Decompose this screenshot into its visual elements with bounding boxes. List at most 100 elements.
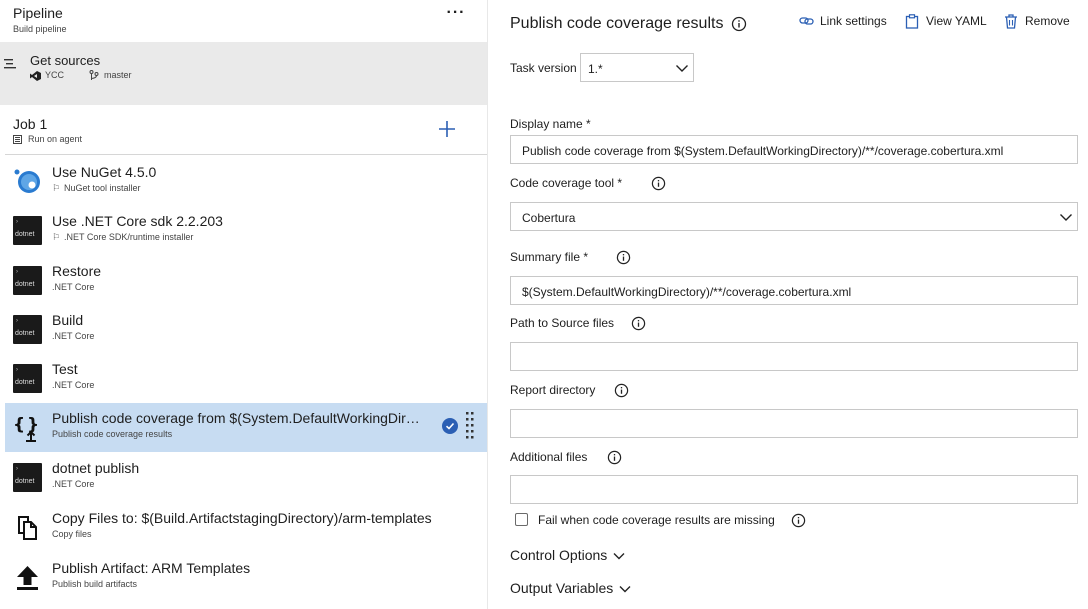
enabled-check-icon: [442, 418, 458, 434]
view-yaml-button[interactable]: View YAML: [905, 13, 993, 33]
link-icon: [799, 17, 814, 25]
copy-files-icon: [18, 516, 37, 540]
task-title: Publish Artifact: ARM Templates: [52, 560, 251, 576]
pipeline-subtitle: Build pipeline: [13, 24, 67, 34]
summary-file-input[interactable]: $(System.DefaultWorkingDirectory)/**/cov…: [510, 276, 1078, 305]
task-details-title: Publish code coverage results: [510, 15, 724, 32]
report-directory-label: Report directory: [510, 383, 596, 397]
link-settings-label: Link settings: [820, 14, 887, 28]
remove-label: Remove: [1025, 14, 1070, 28]
svg-text:{: {: [13, 415, 25, 435]
task-version-value: 1.*: [588, 62, 603, 76]
flag-icon: ⚐: [52, 183, 61, 193]
dotnet-icon: › dotnet: [13, 463, 42, 492]
chevron-down-icon: [619, 586, 631, 593]
info-icon[interactable]: [614, 383, 629, 398]
pipeline-panel: Pipeline Build pipeline ··· Get sources …: [0, 0, 488, 609]
task-title: Build: [52, 312, 84, 328]
task-title: Copy Files to: $(Build.ArtifactstagingDi…: [52, 510, 432, 526]
display-name-value: Publish code coverage from $(System.Defa…: [522, 144, 1004, 158]
visual-studio-icon: [30, 71, 41, 81]
clipboard-icon: [905, 14, 919, 29]
fail-missing-label: Fail when code coverage results are miss…: [538, 513, 775, 527]
info-icon[interactable]: [731, 16, 747, 32]
task-title: Test: [52, 361, 78, 377]
coverage-tool-label: Code coverage tool *: [510, 176, 623, 190]
remove-button[interactable]: Remove: [1004, 13, 1074, 33]
additional-files-input[interactable]: [510, 475, 1078, 504]
additional-files-label: Additional files: [510, 450, 588, 464]
control-options-label: Control Options: [510, 547, 608, 563]
task-subtitle-text: .NET Core SDK/runtime installer: [64, 232, 194, 242]
task-subtitle: ⚐ NuGet tool installer: [52, 183, 141, 194]
task-publish-artifact[interactable]: Publish Artifact: ARM Templates Publish …: [5, 553, 487, 602]
task-subtitle: Publish build artifacts: [52, 579, 138, 589]
summary-file-value: $(System.DefaultWorkingDirectory)/**/cov…: [522, 285, 852, 299]
coverage-tool-value: Cobertura: [522, 211, 576, 225]
task-dotnet-publish[interactable]: › dotnet dotnet publish .NET Core: [5, 453, 487, 502]
output-variables-label: Output Variables: [510, 580, 614, 596]
job-subtitle: Run on agent: [28, 134, 83, 144]
report-directory-input[interactable]: [510, 409, 1078, 438]
drag-handle-icon[interactable]: [465, 411, 475, 443]
task-subtitle: .NET Core: [52, 331, 95, 341]
agent-icon: [13, 135, 22, 144]
task-restore[interactable]: › dotnet Restore .NET Core: [5, 256, 487, 305]
dotnet-icon: › dotnet: [13, 266, 42, 295]
task-title: dotnet publish: [52, 460, 140, 476]
info-icon[interactable]: [631, 316, 646, 331]
display-name-input[interactable]: Publish code coverage from $(System.Defa…: [510, 135, 1078, 164]
fail-missing-checkbox[interactable]: [515, 513, 528, 526]
task-test[interactable]: › dotnet Test .NET Core: [5, 354, 487, 403]
nuget-icon: [14, 169, 40, 193]
info-icon[interactable]: [607, 450, 622, 465]
task-subtitle: ⚐ .NET Core SDK/runtime installer: [52, 232, 193, 243]
get-sources-icon: [4, 59, 16, 69]
branch-name: master: [104, 70, 132, 80]
coverage-tool-select[interactable]: Cobertura: [510, 202, 1078, 231]
dotnet-icon: › dotnet: [13, 315, 42, 344]
task-publish-code-coverage[interactable]: { } Publish code coverage from $(System.…: [5, 403, 487, 452]
pipeline-header: [0, 0, 487, 42]
svg-text:}: }: [27, 415, 39, 435]
chevron-down-icon: [676, 65, 688, 72]
task-subtitle: .NET Core: [52, 479, 95, 489]
link-settings-button[interactable]: Link settings: [799, 13, 894, 33]
job-title: Job 1: [13, 116, 48, 132]
pipeline-title: Pipeline: [13, 5, 63, 21]
trash-icon: [1005, 14, 1017, 29]
add-task-icon[interactable]: [436, 118, 458, 140]
output-variables-section[interactable]: Output Variables: [510, 580, 631, 596]
task-version-label: Task version: [510, 61, 577, 75]
control-options-section[interactable]: Control Options: [510, 547, 625, 563]
task-title: Restore: [52, 263, 102, 279]
info-icon[interactable]: [651, 176, 666, 191]
get-sources-title: Get sources: [30, 53, 101, 68]
display-name-label: Display name *: [510, 117, 591, 131]
path-source-label: Path to Source files: [510, 316, 615, 330]
task-title: Publish code coverage from $(System.Defa…: [52, 410, 427, 426]
task-title: Use .NET Core sdk 2.2.203: [52, 213, 223, 229]
task-subtitle-text: NuGet tool installer: [64, 183, 141, 193]
task-copy-files[interactable]: Copy Files to: $(Build.ArtifactstagingDi…: [5, 503, 487, 552]
task-subtitle: .NET Core: [52, 380, 95, 390]
info-icon[interactable]: [791, 513, 806, 528]
view-yaml-label: View YAML: [926, 14, 987, 28]
task-subtitle: .NET Core: [52, 282, 95, 292]
task-build[interactable]: › dotnet Build .NET Core: [5, 305, 487, 354]
task-subtitle: Publish code coverage results: [52, 429, 173, 439]
task-use-dotnet-sdk[interactable]: › dotnet Use .NET Core sdk 2.2.203 ⚐ .NET …: [5, 206, 487, 255]
task-title: Use NuGet 4.5.0: [52, 164, 157, 180]
task-use-nuget[interactable]: Use NuGet 4.5.0 ⚐ NuGet tool installer: [5, 157, 487, 206]
path-source-input[interactable]: [510, 342, 1078, 371]
flag-icon: ⚐: [52, 232, 61, 242]
task-version-select[interactable]: 1.*: [580, 53, 694, 82]
dotnet-icon: › dotnet: [13, 216, 42, 245]
braces-upload-icon: { }: [13, 415, 39, 442]
task-subtitle: Copy files: [52, 529, 92, 539]
get-sources-item[interactable]: [0, 42, 487, 105]
job-item[interactable]: [5, 106, 487, 155]
more-options-button[interactable]: ···: [444, 5, 468, 26]
branch-icon: [89, 70, 99, 80]
info-icon[interactable]: [616, 250, 631, 265]
